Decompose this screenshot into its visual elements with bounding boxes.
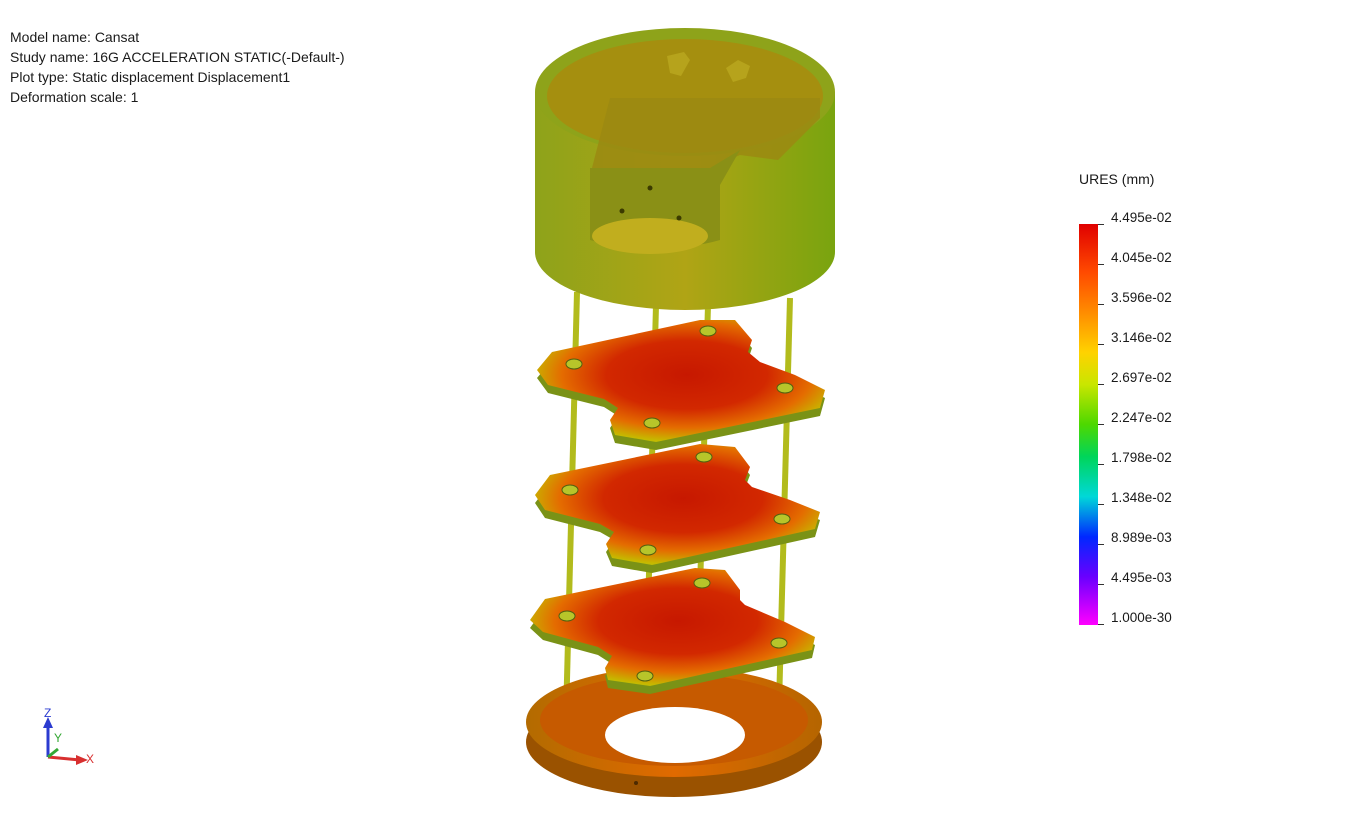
legend-label-min: 1.000e-30 xyxy=(1111,610,1172,625)
legend-label: 3.146e-02 xyxy=(1111,330,1172,345)
plate-middle xyxy=(535,444,820,573)
deformation-scale-text: Deformation scale: 1 xyxy=(10,89,139,105)
legend-tick xyxy=(1098,384,1104,385)
legend-title: URES (mm) xyxy=(1079,171,1155,187)
base-detail xyxy=(634,781,638,785)
legend-tick xyxy=(1098,304,1104,305)
upper-shell xyxy=(535,28,835,310)
axis-triad: Z Y X xyxy=(43,706,94,766)
legend-label: 1.348e-02 xyxy=(1111,490,1172,505)
legend-label-max: 4.495e-02 xyxy=(1111,210,1172,225)
legend-label: 4.495e-03 xyxy=(1111,570,1172,585)
legend-tick xyxy=(1098,624,1104,625)
legend-label: 2.697e-02 xyxy=(1111,370,1172,385)
x-axis-arrow xyxy=(47,755,81,762)
legend-label: 4.045e-02 xyxy=(1111,250,1172,265)
legend-tick xyxy=(1098,424,1104,425)
legend-tick xyxy=(1098,584,1104,585)
legend-label: 1.798e-02 xyxy=(1111,450,1172,465)
legend-tick xyxy=(1098,344,1104,345)
legend-label: 2.247e-02 xyxy=(1111,410,1172,425)
legend-label: 3.596e-02 xyxy=(1111,290,1172,305)
y-axis-label: Y xyxy=(54,731,62,745)
legend-tick xyxy=(1098,504,1104,505)
study-name-text: Study name: 16G ACCELERATION STATIC(-Def… xyxy=(10,49,345,65)
plot-type-text: Plot type: Static displacement Displacem… xyxy=(10,69,291,85)
legend-tick xyxy=(1098,464,1104,465)
legend-tick xyxy=(1098,264,1104,265)
model-name-text: Model name: Cansat xyxy=(10,29,140,45)
legend-tick xyxy=(1098,544,1104,545)
legend-label: 8.989e-03 xyxy=(1111,530,1172,545)
legend-color-bar xyxy=(1079,224,1098,625)
legend-tick xyxy=(1098,224,1104,225)
plate-bottom xyxy=(530,568,815,694)
x-axis-label: X xyxy=(86,752,94,766)
study-info: Model name: Cansat Study name: 16G ACCEL… xyxy=(10,27,345,107)
z-axis-label: Z xyxy=(44,706,51,720)
cansat-displacement-model xyxy=(526,28,835,797)
